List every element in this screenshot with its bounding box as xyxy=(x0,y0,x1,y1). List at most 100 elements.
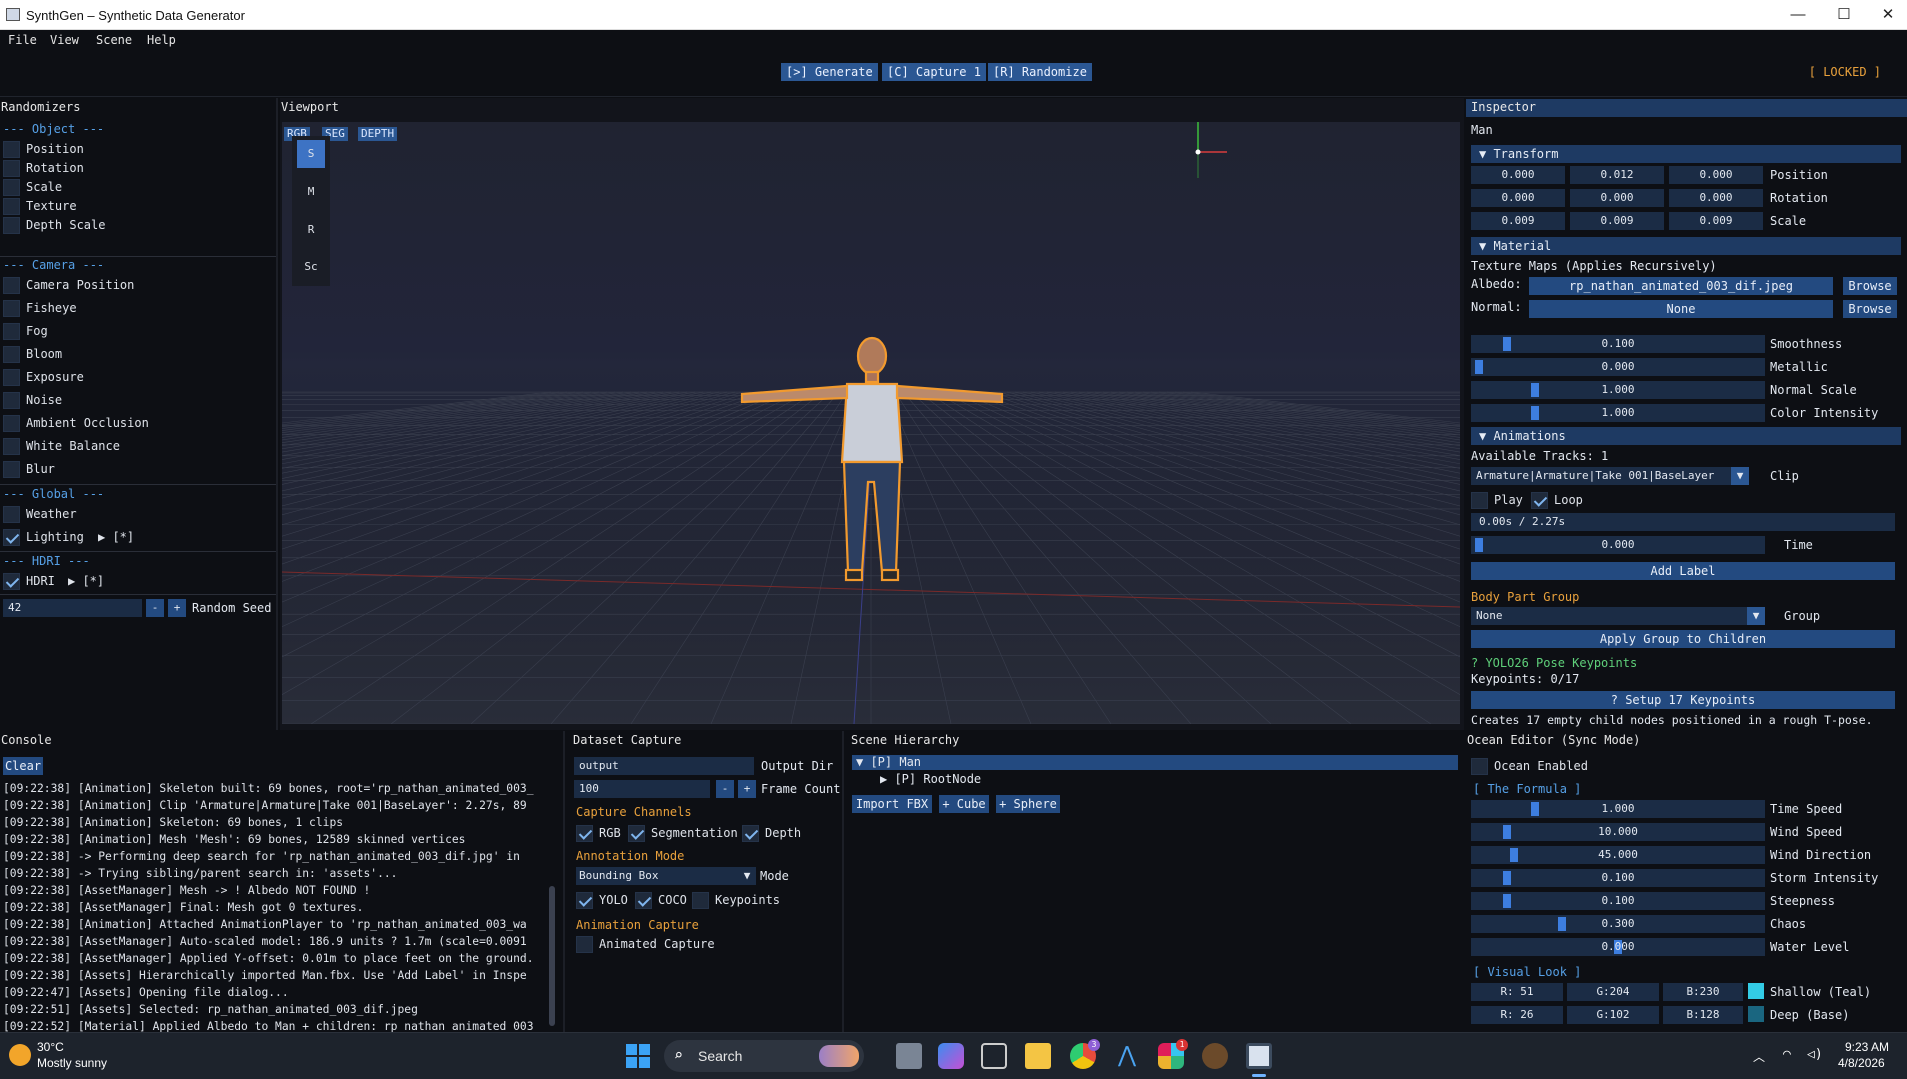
color-intensity-slider[interactable]: 1.000 xyxy=(1471,404,1765,422)
ocean-enabled-toggle[interactable]: Ocean Enabled xyxy=(1471,756,1611,776)
generate-button[interactable]: [>] Generate xyxy=(781,63,878,81)
hdri-tree-node[interactable]: ▶ [*] xyxy=(68,574,104,588)
frame-increment-button[interactable]: + xyxy=(738,780,756,798)
randomizer-checkbox[interactable] xyxy=(3,461,20,478)
randomizer-camera-position-toggle[interactable]: Camera Position xyxy=(3,275,273,295)
yolo-checkbox[interactable] xyxy=(576,892,593,909)
chrome-icon[interactable]: 3 xyxy=(1070,1039,1100,1069)
albedo-browse-button[interactable]: Browse xyxy=(1843,277,1897,295)
slider-grab[interactable] xyxy=(1475,538,1483,552)
group-dropdown[interactable]: None ▼ xyxy=(1471,607,1765,625)
volume-icon[interactable]: ◁) xyxy=(1807,1047,1823,1062)
randomizer-checkbox[interactable] xyxy=(3,415,20,432)
viewport-canvas[interactable] xyxy=(282,122,1460,724)
frame-decrement-button[interactable]: - xyxy=(716,780,734,798)
randomizer-checkbox[interactable] xyxy=(3,392,20,409)
randomizer-depth-scale-toggle[interactable]: Depth Scale xyxy=(3,215,273,235)
weather-desc[interactable]: Mostly sunny xyxy=(37,1056,107,1070)
randomizer-checkbox[interactable] xyxy=(3,179,20,196)
weather-checkbox[interactable] xyxy=(3,506,20,523)
setup-keypoints-button[interactable]: ? Setup 17 Keypoints xyxy=(1471,691,1895,709)
normal-browse-button[interactable]: Browse xyxy=(1843,300,1897,318)
file-explorer-icon[interactable] xyxy=(1025,1043,1051,1069)
normal-field[interactable]: None xyxy=(1529,300,1833,318)
time-slider[interactable]: 0.000 xyxy=(1471,536,1765,554)
locked-indicator[interactable]: [ LOCKED ] xyxy=(1809,65,1881,79)
chevron-down-icon[interactable]: ▼ xyxy=(1747,607,1765,625)
shallow-g-input[interactable]: G:204 xyxy=(1567,983,1659,1001)
chevron-down-icon[interactable]: ▼ xyxy=(1731,467,1749,485)
loop-toggle[interactable]: Loop xyxy=(1531,490,1591,510)
apply-group-button[interactable]: Apply Group to Children xyxy=(1471,630,1895,648)
shallow-color-swatch[interactable] xyxy=(1748,983,1764,999)
unity-icon[interactable] xyxy=(981,1043,1007,1069)
deep-g-input[interactable]: G:102 xyxy=(1567,1006,1659,1024)
scale-tool-button[interactable]: Sc xyxy=(297,253,325,281)
import-fbx-button[interactable]: Import FBX xyxy=(852,795,932,813)
water-level-slider[interactable]: 0.000 xyxy=(1471,938,1765,956)
randomizer-checkbox[interactable] xyxy=(3,438,20,455)
coco-checkbox[interactable] xyxy=(635,892,652,909)
smoothness-slider[interactable]: 0.100 xyxy=(1471,335,1765,353)
randomizer-checkbox[interactable] xyxy=(3,160,20,177)
clear-console-button[interactable]: Clear xyxy=(3,757,43,775)
transform-position-x-input[interactable]: 0.000 xyxy=(1471,166,1565,184)
slider-grab[interactable] xyxy=(1531,802,1539,816)
slider-grab[interactable] xyxy=(1475,360,1483,374)
slider-grab[interactable] xyxy=(1558,917,1566,931)
steepness-slider[interactable]: 0.100 xyxy=(1471,892,1765,910)
add-sphere-button[interactable]: + Sphere xyxy=(996,795,1060,813)
material-header[interactable]: ▼ Material xyxy=(1471,237,1901,255)
output-dir-input[interactable]: output xyxy=(574,757,754,775)
keypoints-toggle[interactable]: Keypoints xyxy=(692,890,782,910)
randomizer-fog-toggle[interactable]: Fog xyxy=(3,321,273,341)
windows-start-icon[interactable] xyxy=(626,1044,650,1068)
randomizer-checkbox[interactable] xyxy=(3,346,20,363)
randomizer-exposure-toggle[interactable]: Exposure xyxy=(3,367,273,387)
weather-sun-icon[interactable] xyxy=(9,1044,31,1066)
transform-rotation-y-input[interactable]: 0.000 xyxy=(1570,189,1664,207)
randomizer-checkbox[interactable] xyxy=(3,198,20,215)
randomize-button[interactable]: [R] Randomize xyxy=(988,63,1092,81)
randomizer-texture-toggle[interactable]: Texture xyxy=(3,196,273,216)
shallow-b-input[interactable]: B:230 xyxy=(1663,983,1743,1001)
yolo-toggle[interactable]: YOLO xyxy=(576,890,628,910)
lighting-checkbox[interactable] xyxy=(3,529,20,546)
deep-r-input[interactable]: R: 26 xyxy=(1471,1006,1563,1024)
slider-grab[interactable] xyxy=(1510,848,1518,862)
slack-icon[interactable]: 1 xyxy=(1158,1039,1188,1069)
move-tool-button[interactable]: M xyxy=(297,178,325,206)
slider-grab[interactable] xyxy=(1503,894,1511,908)
add-cube-button[interactable]: + Cube xyxy=(939,795,989,813)
menu-view[interactable]: View xyxy=(50,33,79,47)
synthgen-app-icon[interactable] xyxy=(1246,1043,1272,1069)
tray-chevron-icon[interactable]: ︿ xyxy=(1753,1048,1765,1065)
depth-checkbox[interactable] xyxy=(742,825,759,842)
randomizer-checkbox[interactable] xyxy=(3,323,20,340)
app-avatar-icon[interactable] xyxy=(1202,1043,1228,1069)
clip-dropdown[interactable]: Armature|Armature|Take 001|BaseLayer ▼ xyxy=(1471,467,1749,485)
randomizer-checkbox[interactable] xyxy=(3,369,20,386)
depth-toggle[interactable]: Depth xyxy=(742,823,802,843)
wifi-icon[interactable]: ◠ xyxy=(1783,1047,1791,1062)
slider-grab[interactable] xyxy=(1503,337,1511,351)
normal-scale-slider[interactable]: 1.000 xyxy=(1471,381,1765,399)
segmentation-toggle[interactable]: Segmentation xyxy=(628,823,738,843)
transform-scale-x-input[interactable]: 0.009 xyxy=(1471,212,1565,230)
deep-color-swatch[interactable] xyxy=(1748,1006,1764,1022)
mode-depth-button[interactable]: DEPTH xyxy=(358,127,398,141)
randomizer-checkbox[interactable] xyxy=(3,141,20,158)
app-a-icon[interactable]: ⋀ xyxy=(1114,1043,1140,1069)
clock-time[interactable]: 9:23 AM xyxy=(1845,1040,1889,1054)
wind-direction-slider[interactable]: 45.000 xyxy=(1471,846,1765,864)
maximize-button[interactable]: ☐ xyxy=(1821,0,1867,30)
randomizer-scale-toggle[interactable]: Scale xyxy=(3,177,273,197)
transform-header[interactable]: ▼ Transform xyxy=(1471,145,1901,163)
randomizer-position-toggle[interactable]: Position xyxy=(3,139,273,159)
transform-position-y-input[interactable]: 0.012 xyxy=(1570,166,1664,184)
deep-b-input[interactable]: B:128 xyxy=(1663,1006,1743,1024)
hierarchy-item-man[interactable]: ▼ [P] Man xyxy=(852,755,1458,770)
keypoints-checkbox[interactable] xyxy=(692,892,709,909)
clock-date[interactable]: 4/8/2026 xyxy=(1838,1056,1885,1070)
capture-button[interactable]: [C] Capture 1 xyxy=(882,63,986,81)
